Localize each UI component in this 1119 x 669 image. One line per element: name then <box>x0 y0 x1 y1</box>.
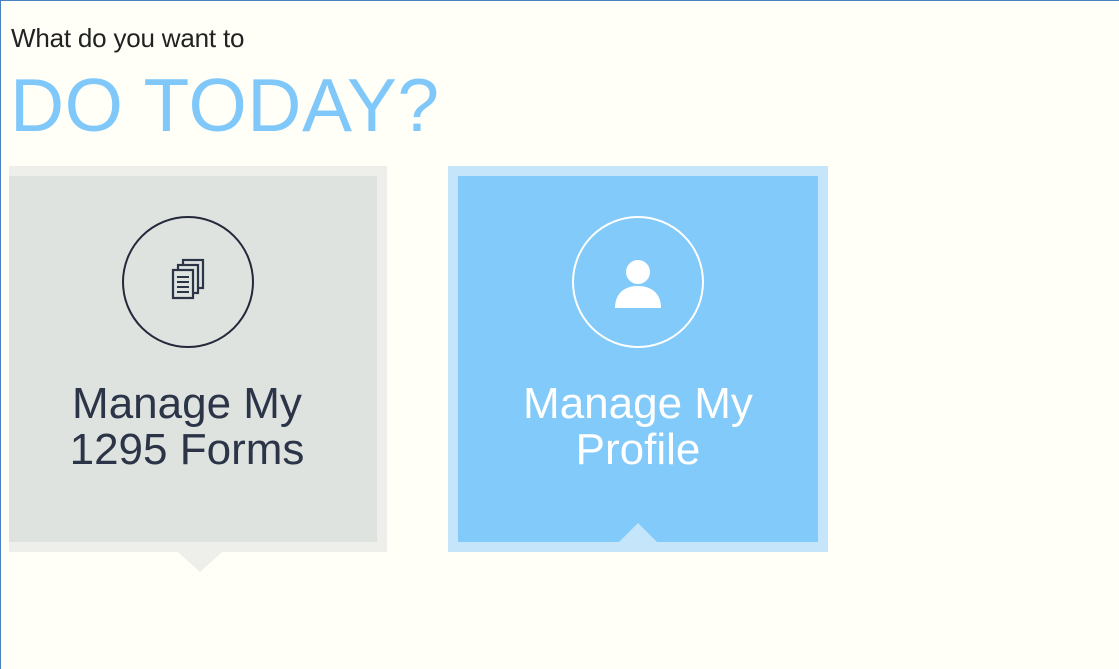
page-subtitle: What do you want to <box>11 23 245 53</box>
page: What do you want to DO TODAY? Manage My <box>0 0 1119 669</box>
documents-icon <box>171 258 205 300</box>
manage-profile-label-line1: Manage My <box>523 379 753 428</box>
forms-icon-circle <box>122 216 254 348</box>
manage-forms-tile[interactable]: Manage My 1295 Forms <box>9 166 387 552</box>
profile-tile-active-indicator <box>618 523 658 543</box>
page-title: DO TODAY? <box>10 63 440 147</box>
profile-icon-circle <box>572 216 704 348</box>
manage-profile-label-line2: Profile <box>575 425 701 474</box>
manage-forms-label-line2: 1295 Forms <box>69 425 305 474</box>
manage-forms-label-line1: Manage My <box>72 379 302 428</box>
manage-forms-label: Manage My 1295 Forms <box>9 381 377 473</box>
manage-profile-label: Manage My Profile <box>458 381 818 473</box>
forms-tile-pointer <box>178 552 222 572</box>
manage-profile-tile[interactable]: Manage My Profile <box>448 166 828 552</box>
user-icon <box>615 260 661 308</box>
